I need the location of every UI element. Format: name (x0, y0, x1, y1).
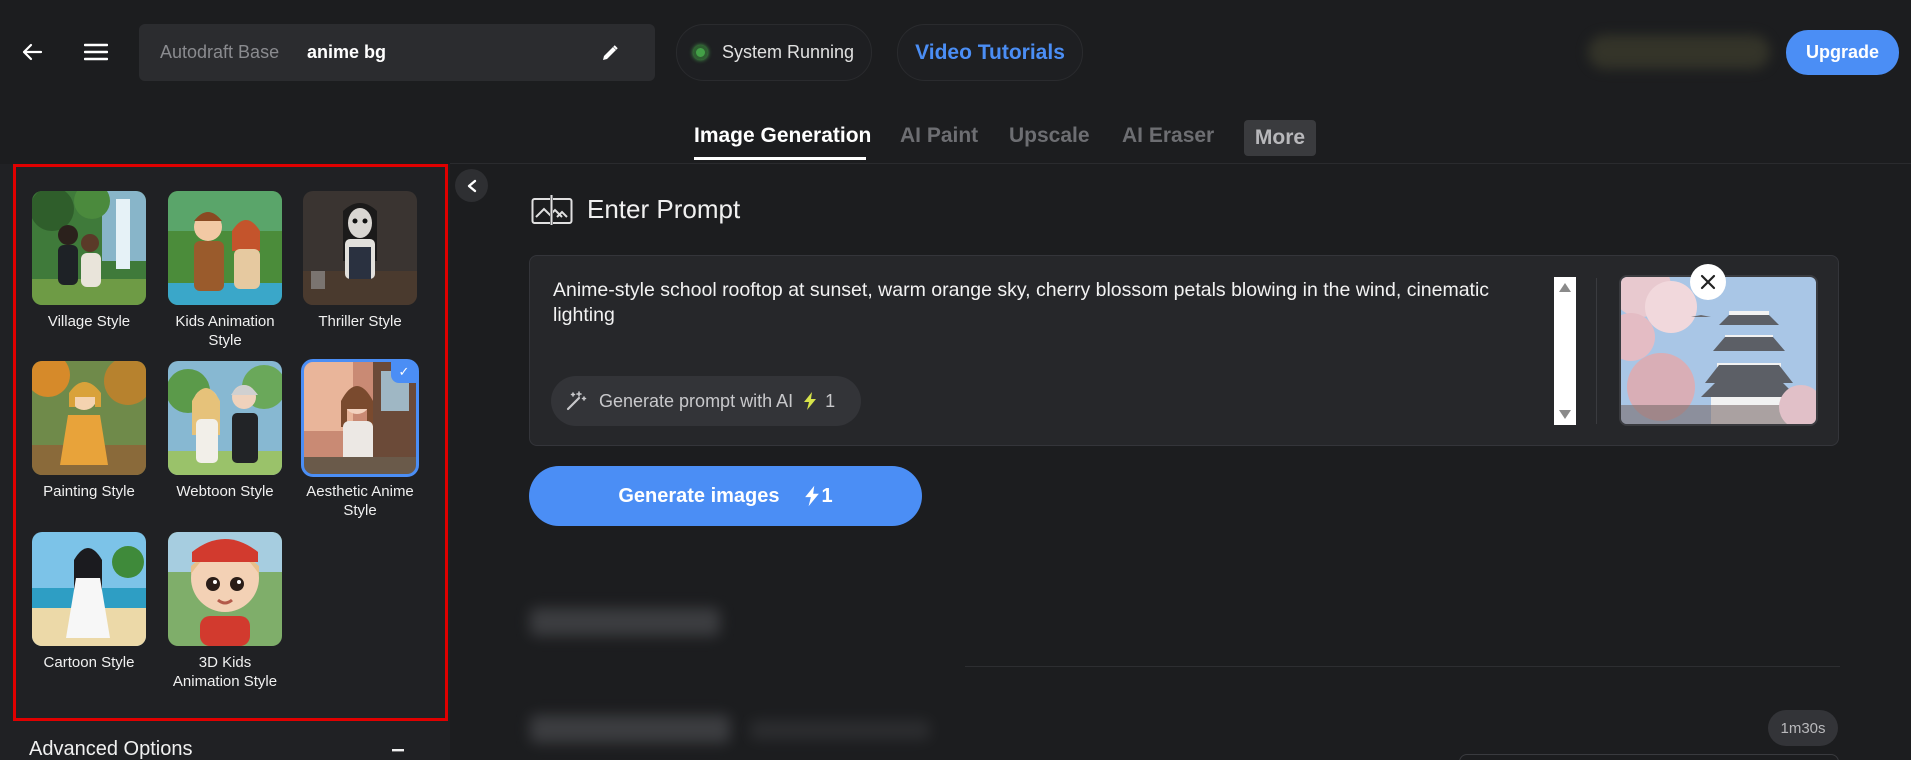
style-card-aesthetic-anime[interactable]: ✓ Aesthetic Anime Style (301, 359, 419, 520)
top-bar: Autodraft Base anime bg System Running V… (0, 0, 1911, 104)
prompt-scrollbar[interactable] (1554, 277, 1576, 425)
generate-images-button[interactable]: Generate images 1 (529, 466, 922, 526)
tab-image-generation[interactable]: Image Generation (694, 124, 871, 148)
image-prompt-icon (531, 194, 573, 225)
style-card-cartoon[interactable]: Cartoon Style (32, 532, 146, 672)
castle-reference-image (1621, 277, 1816, 424)
tabs-divider (450, 163, 1911, 164)
style-label: 3D Kids Animation Style (172, 654, 278, 690)
style-label: Thriller Style (318, 313, 402, 330)
tool-tabs: Image Generation AI Paint Upscale AI Era… (0, 112, 1911, 164)
status-dot-icon (693, 45, 708, 60)
style-label: Aesthetic Anime Style (306, 483, 414, 519)
project-name-label: anime bg (307, 42, 387, 62)
village-style-thumbnail (32, 191, 146, 305)
partial-input-field[interactable] (1459, 754, 1839, 760)
timer-badge: 1m30s (1768, 710, 1838, 746)
upgrade-button[interactable]: Upgrade (1786, 30, 1899, 75)
hamburger-menu-icon[interactable] (78, 32, 114, 72)
lightning-bolt-icon (804, 485, 819, 507)
webtoon-style-thumbnail (168, 361, 282, 475)
status-text: System Running (722, 42, 855, 62)
tab-more[interactable]: More (1244, 120, 1316, 156)
prompt-textarea[interactable]: Anime-style school rooftop at sunset, wa… (553, 278, 1523, 328)
blurred-row-label (530, 715, 730, 743)
selected-check-icon: ✓ (391, 361, 417, 383)
style-label: Webtoon Style (176, 483, 274, 500)
lightning-bolt-icon (804, 392, 817, 410)
back-arrow-icon[interactable] (14, 32, 50, 72)
generate-cost: 1 (790, 485, 833, 508)
scroll-down-arrow-icon[interactable] (1559, 410, 1571, 419)
active-tab-indicator (694, 157, 866, 160)
style-card-kids-animation[interactable]: Kids Animation Style (168, 191, 282, 350)
section-divider (965, 666, 1840, 667)
magic-wand-icon (566, 391, 587, 411)
style-label: Painting Style (43, 483, 135, 500)
close-icon (1700, 274, 1716, 290)
cartoon-style-thumbnail (32, 532, 146, 646)
style-label: Cartoon Style (43, 654, 135, 671)
thriller-style-thumbnail (303, 191, 417, 305)
blurred-section-title (530, 608, 720, 636)
prompt-heading-text: Enter Prompt (587, 194, 741, 224)
reference-image (1619, 275, 1818, 426)
chevron-left-icon (467, 179, 476, 192)
advanced-options-collapse-button[interactable] (388, 740, 408, 760)
style-card-village[interactable]: Village Style (32, 191, 146, 331)
style-label: Village Style (47, 313, 131, 330)
style-card-painting[interactable]: Painting Style (32, 361, 146, 501)
project-base-label: Autodraft Base (160, 42, 280, 62)
kids-animation-style-thumbnail (168, 191, 282, 305)
project-name-field[interactable]: Autodraft Base anime bg (139, 24, 655, 81)
scroll-up-arrow-icon[interactable] (1559, 283, 1571, 292)
prompt-input-area: Anime-style school rooftop at sunset, wa… (529, 255, 1839, 446)
aesthetic-anime-style-thumbnail: ✓ (301, 359, 419, 477)
advanced-options-title: Advanced Options (29, 738, 193, 760)
generate-prompt-cost: 1 (825, 390, 836, 411)
collapse-panel-button[interactable] (455, 169, 488, 202)
style-card-3d-kids-animation[interactable]: 3D Kids Animation Style (168, 532, 282, 691)
painting-style-thumbnail (32, 361, 146, 475)
generate-cost-value: 1 (821, 484, 833, 507)
credits-indicator (1588, 35, 1770, 69)
style-card-webtoon[interactable]: Webtoon Style (168, 361, 282, 501)
style-card-thriller[interactable]: Thriller Style (303, 191, 417, 331)
remove-reference-image-button[interactable] (1690, 264, 1726, 300)
prompt-heading: Enter Prompt (531, 194, 740, 225)
style-label: Kids Animation Style (175, 313, 275, 349)
generate-prompt-with-ai-button[interactable]: Generate prompt with AI 1 (551, 376, 861, 426)
blurred-row-value (750, 720, 930, 740)
system-status-badge: System Running (676, 24, 872, 81)
generate-images-label: Generate images (618, 484, 780, 507)
tab-ai-eraser[interactable]: AI Eraser (1122, 124, 1214, 148)
prompt-divider (1596, 278, 1597, 424)
3d-kids-animation-style-thumbnail (168, 532, 282, 646)
tab-upscale[interactable]: Upscale (1009, 124, 1090, 148)
generate-prompt-label: Generate prompt with AI (599, 390, 794, 411)
pencil-icon[interactable] (595, 38, 625, 68)
video-tutorials-button[interactable]: Video Tutorials (897, 24, 1083, 81)
tab-ai-paint[interactable]: AI Paint (900, 124, 978, 148)
